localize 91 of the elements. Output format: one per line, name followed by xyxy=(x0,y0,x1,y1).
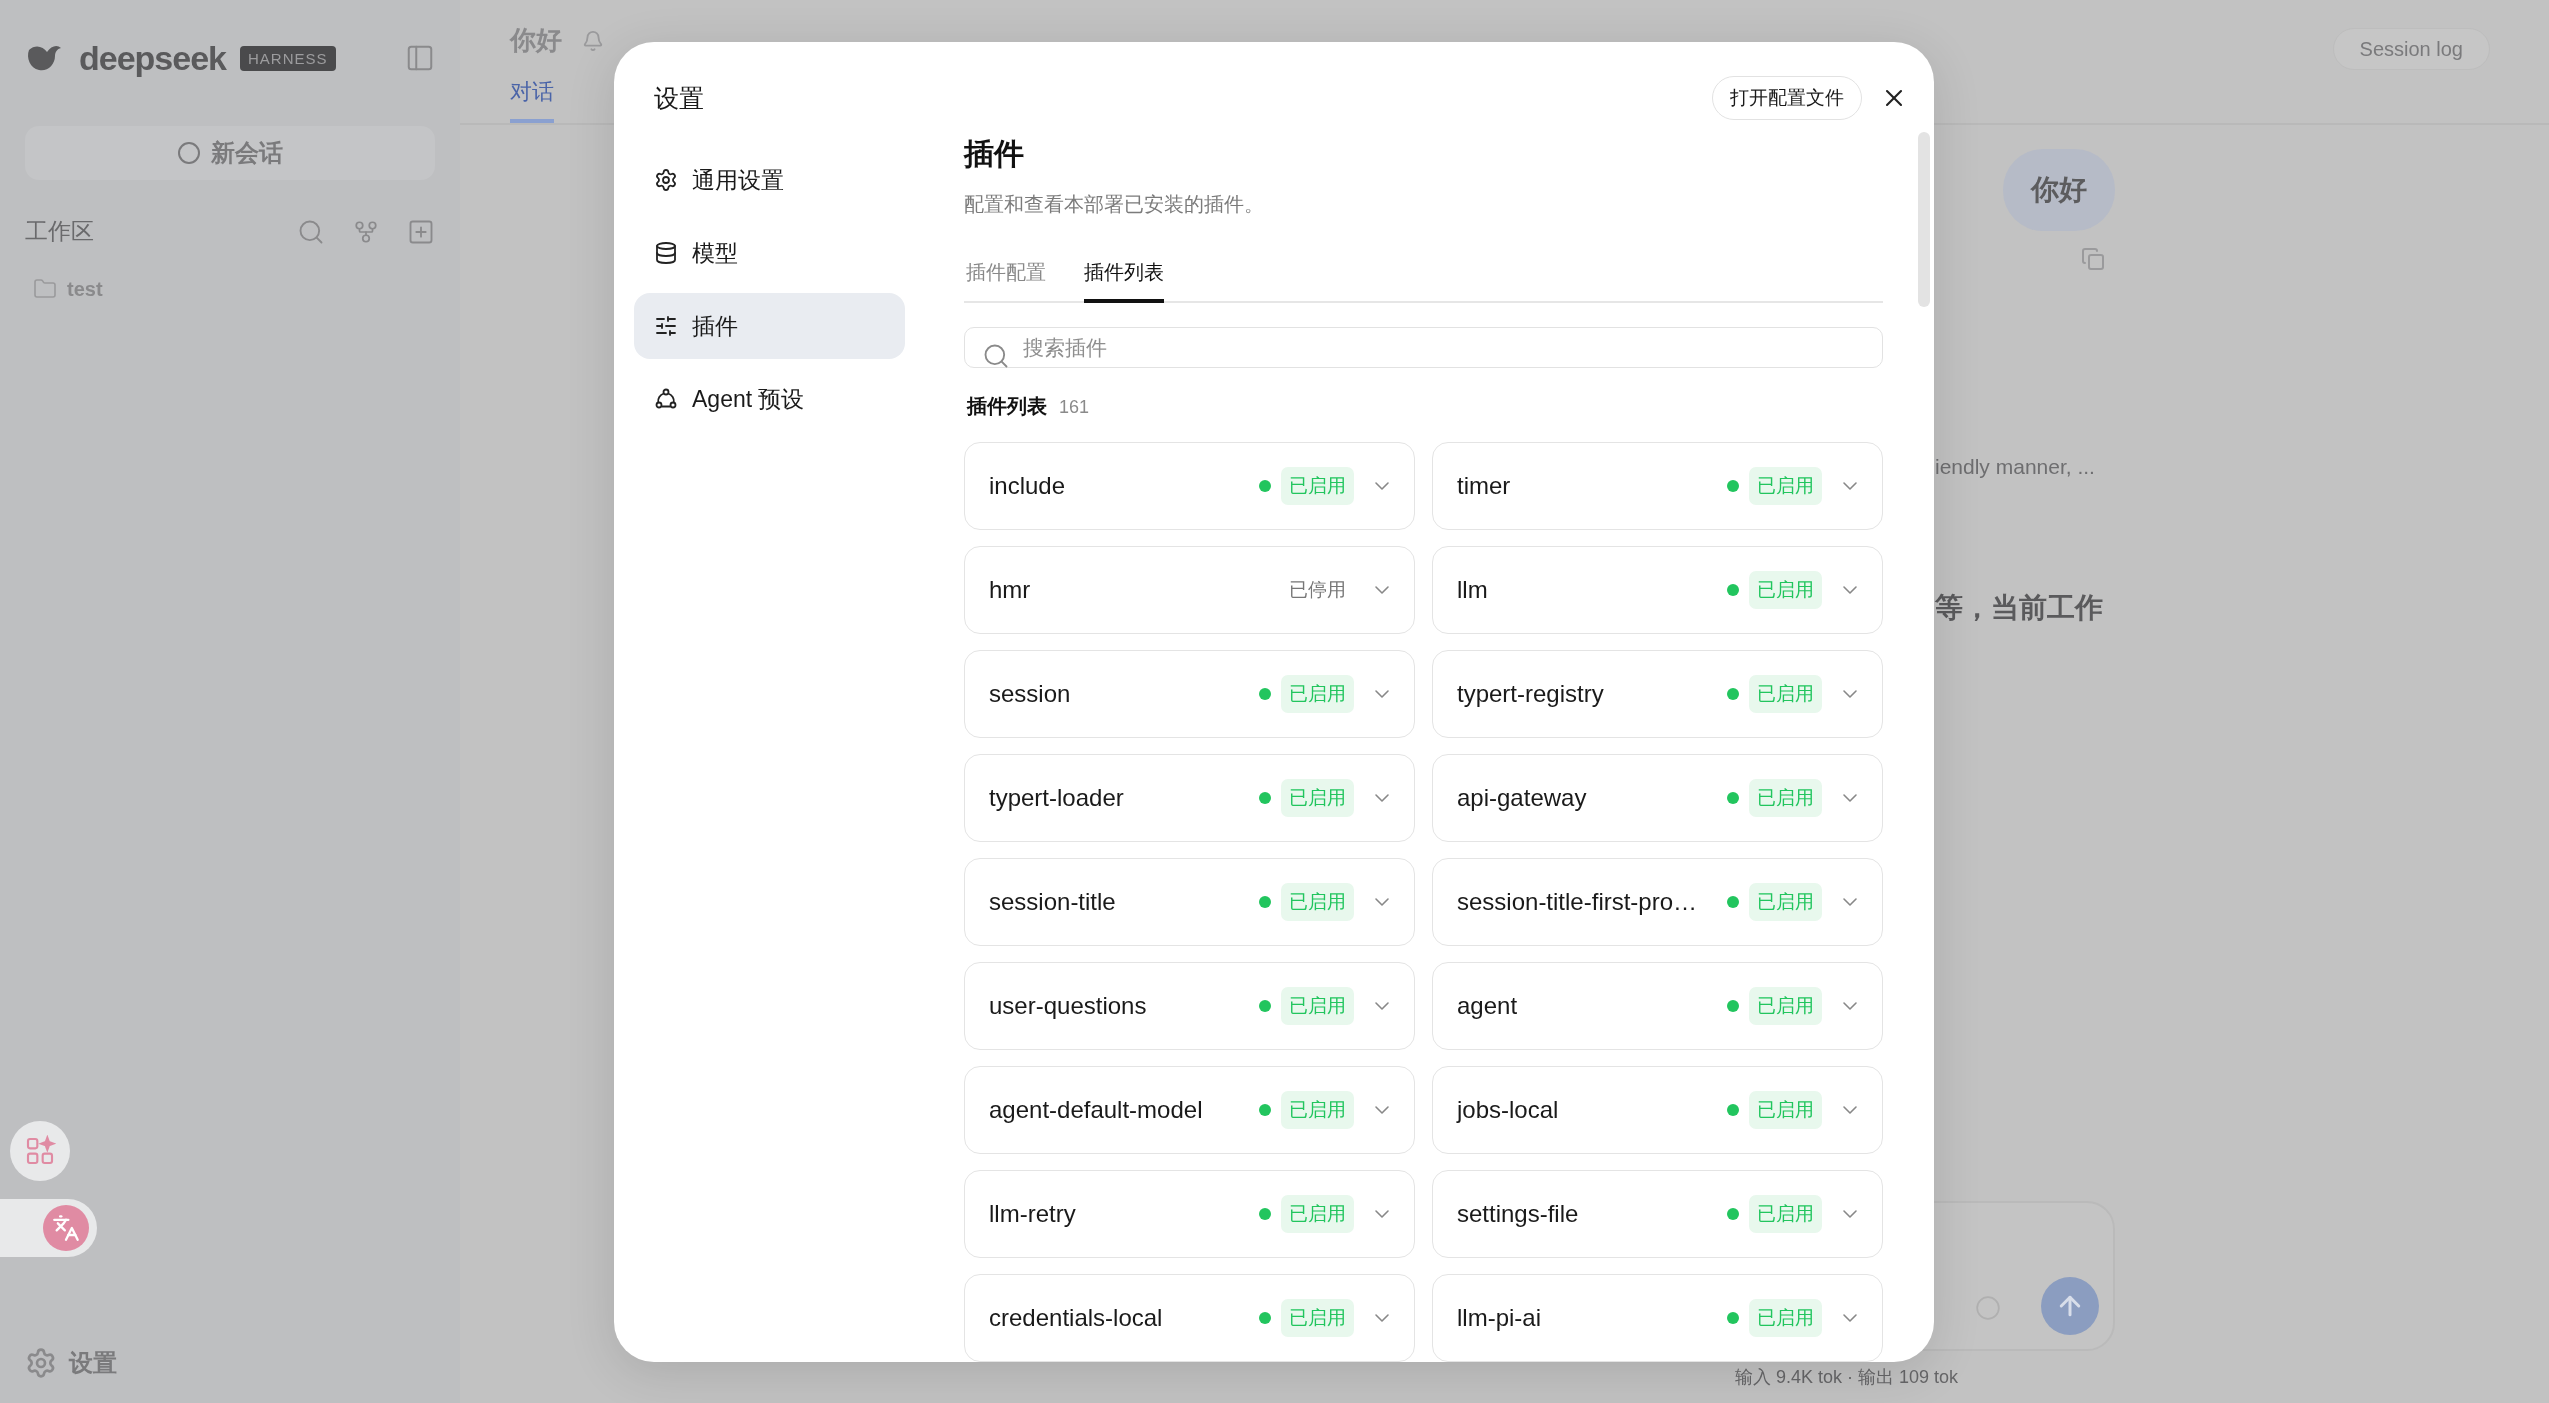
plugin-card[interactable]: agent-default-model 已启用 xyxy=(964,1066,1415,1154)
plugin-name: jobs-local xyxy=(1457,1096,1560,1124)
status-label: 已启用 xyxy=(1749,1195,1822,1233)
plugin-card[interactable]: api-gateway 已启用 xyxy=(1432,754,1883,842)
status-label: 已启用 xyxy=(1749,1091,1822,1129)
open-config-button[interactable]: 打开配置文件 xyxy=(1712,76,1862,120)
plugin-card[interactable]: typert-loader 已启用 xyxy=(964,754,1415,842)
tab[interactable]: 插件列表 xyxy=(1084,258,1164,303)
plugin-card[interactable]: hmr 已停用 xyxy=(964,546,1415,634)
status-label: 已启用 xyxy=(1281,987,1354,1025)
folder-icon xyxy=(33,277,57,301)
plugin-name: llm-pi-ai xyxy=(1457,1304,1542,1332)
tab[interactable]: 插件配置 xyxy=(966,258,1046,303)
sliders-icon xyxy=(654,314,678,338)
user-message: 你好 xyxy=(2003,149,2115,231)
status-label: 已启用 xyxy=(1281,467,1354,505)
plugin-card[interactable]: llm-retry 已启用 xyxy=(964,1170,1415,1258)
plugin-card[interactable]: llm 已启用 xyxy=(1432,546,1883,634)
plugin-card[interactable]: jobs-local 已启用 xyxy=(1432,1066,1883,1154)
list-title: 插件列表 xyxy=(967,394,1047,418)
nav-item[interactable]: 插件 xyxy=(634,293,905,359)
plugin-name: credentials-local xyxy=(989,1304,1164,1332)
section-description: 配置和查看本部署已安装的插件。 xyxy=(964,192,1265,217)
plugin-name: session-title-first-pro… xyxy=(1457,888,1699,916)
reply-text: iendly manner, ... xyxy=(1935,455,2096,479)
plugin-card[interactable]: session-title 已启用 xyxy=(964,858,1415,946)
token-stats: 输入 9.4K tok · 输出 109 tok xyxy=(1734,1366,1960,1389)
plugin-name: timer xyxy=(1457,472,1512,500)
plugin-card[interactable]: credentials-local 已启用 xyxy=(964,1274,1415,1362)
logo-text: deepseek xyxy=(79,38,226,78)
branch-icon[interactable] xyxy=(353,218,379,245)
plugin-name: api-gateway xyxy=(1457,784,1588,812)
search-icon xyxy=(982,342,1010,370)
list-count: 161 xyxy=(1059,396,1090,419)
status-label: 已启用 xyxy=(1749,779,1822,817)
search-field[interactable]: 搜索插件 xyxy=(964,327,1883,368)
plugin-card[interactable]: include 已启用 xyxy=(964,442,1415,530)
plugin-card[interactable]: session 已启用 xyxy=(964,650,1415,738)
plugin-name: agent xyxy=(1457,992,1519,1020)
gear-icon xyxy=(654,168,678,192)
bell-icon[interactable] xyxy=(582,29,604,52)
plugin-name: hmr xyxy=(989,576,1032,604)
apps-sparkle-icon xyxy=(24,1135,56,1167)
workspace-label: 工作区 xyxy=(25,217,95,246)
plugin-card[interactable]: llm-pi-ai 已启用 xyxy=(1432,1274,1883,1362)
status-label: 已启用 xyxy=(1749,883,1822,921)
status-label: 已启用 xyxy=(1281,1299,1354,1337)
nav-item[interactable]: 通用设置 xyxy=(634,147,905,213)
plugin-name: typert-loader xyxy=(989,784,1125,812)
status-label: 已启用 xyxy=(1281,883,1354,921)
sidebar-toggle-icon[interactable] xyxy=(405,43,435,73)
session-title: 你好 xyxy=(510,24,562,57)
nav-item[interactable]: Agent 预设 xyxy=(634,366,905,432)
status-label: 已启用 xyxy=(1281,779,1354,817)
logo-badge: HARNESS xyxy=(240,45,336,71)
status-label: 已启用 xyxy=(1281,1195,1354,1233)
status-label: 已启用 xyxy=(1749,1299,1822,1337)
plugin-card[interactable]: session-title-first-pro… 已启用 xyxy=(1432,858,1883,946)
translate-icon xyxy=(52,1214,80,1242)
plugin-name: llm-retry xyxy=(989,1200,1077,1228)
status-label: 已启用 xyxy=(1749,987,1822,1025)
status-label: 已启用 xyxy=(1749,571,1822,609)
status-label: 已启用 xyxy=(1281,675,1354,713)
nodes-icon xyxy=(654,387,678,411)
plugin-name: typert-registry xyxy=(1457,680,1605,708)
plugin-name: include xyxy=(989,472,1067,500)
plugin-name: session xyxy=(989,680,1072,708)
plugin-name: user-questions xyxy=(989,992,1148,1020)
plugin-name: session-title xyxy=(989,888,1117,916)
status-label: 已启用 xyxy=(1749,467,1822,505)
plugin-card[interactable]: agent 已启用 xyxy=(1432,962,1883,1050)
copy-icon[interactable] xyxy=(2081,247,2105,271)
database-icon xyxy=(654,241,678,265)
plugin-card[interactable]: settings-file 已启用 xyxy=(1432,1170,1883,1258)
translate-button[interactable] xyxy=(0,1199,97,1257)
plugin-card[interactable]: typert-registry 已启用 xyxy=(1432,650,1883,738)
nav-item[interactable]: 模型 xyxy=(634,220,905,286)
plugin-name: agent-default-model xyxy=(989,1096,1204,1124)
plugin-name: llm xyxy=(1457,576,1489,604)
scrollbar-thumb[interactable] xyxy=(1918,132,1930,307)
status-label: 已启用 xyxy=(1281,1091,1354,1129)
plugin-card[interactable]: user-questions 已启用 xyxy=(964,962,1415,1050)
section-title: 插件 xyxy=(964,136,1025,172)
plugin-name: settings-file xyxy=(1457,1200,1580,1228)
dialog-title: 设置 xyxy=(653,83,705,114)
reply-text: 等，当前工作 xyxy=(1935,591,2104,625)
status-label: 已停用 xyxy=(1288,578,1347,602)
apps-button[interactable] xyxy=(10,1121,70,1181)
plugin-card[interactable]: timer 已启用 xyxy=(1432,442,1883,530)
status-label: 已启用 xyxy=(1749,675,1822,713)
settings-icon[interactable] xyxy=(25,1347,57,1379)
